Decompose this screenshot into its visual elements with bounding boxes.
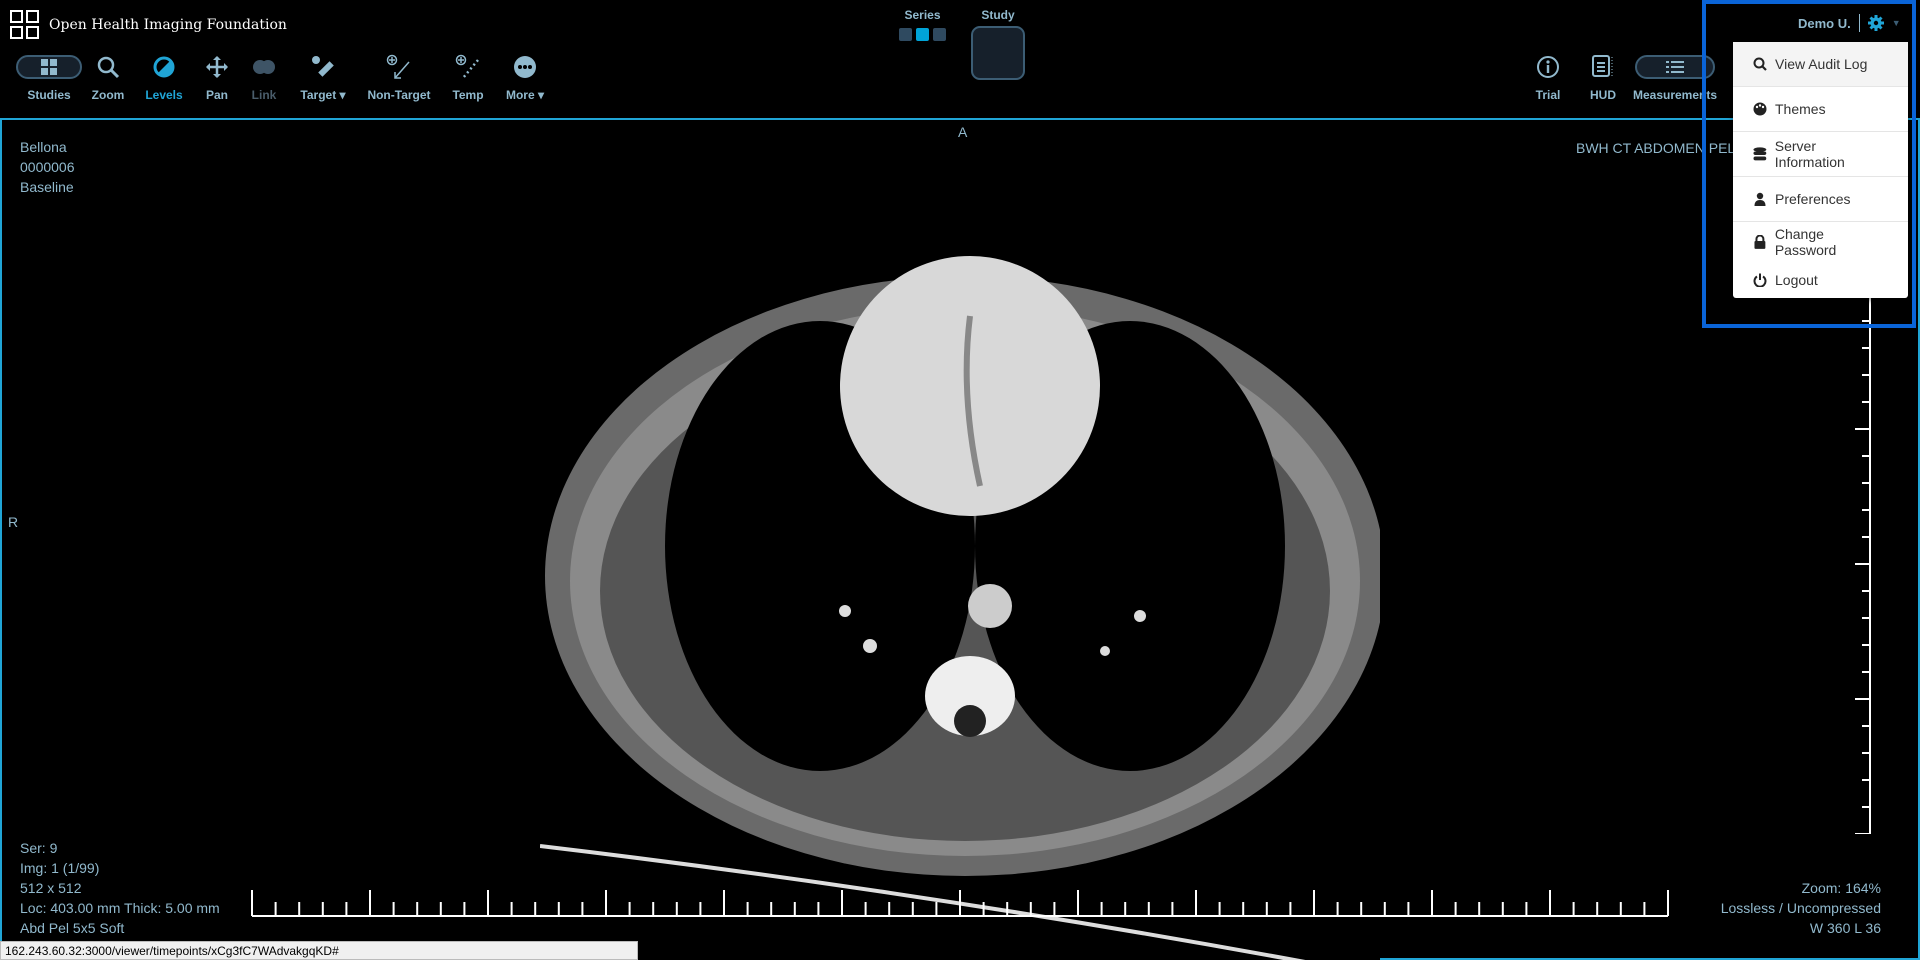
ohif-logo-icon: [10, 10, 39, 39]
orientation-marker-top: A: [958, 124, 968, 140]
location-thickness: Loc: 403.00 mm Thick: 5.00 mm: [20, 900, 220, 916]
series-number: Ser: 9: [20, 840, 58, 856]
zoom-level: Zoom: 164%: [1801, 880, 1881, 896]
patient-name: Bellona: [20, 139, 67, 155]
bottom-left-overlay: Ser: 9 Img: 1 (1/99) 512 x 512 Loc: 403.…: [20, 838, 220, 938]
timepoint: Baseline: [20, 179, 74, 195]
highlight-box: [1702, 0, 1916, 328]
series-layout-option[interactable]: [933, 28, 946, 41]
compression: Lossless / Uncompressed: [1720, 900, 1881, 916]
bottom-right-overlay: Zoom: 164% Lossless / Uncompressed W 360…: [1721, 878, 1881, 938]
study-label: Study: [981, 8, 1015, 22]
image-dimensions: 512 x 512: [20, 880, 82, 896]
series-layout-option-active[interactable]: [916, 28, 929, 41]
vertical-scale-ruler: [1855, 294, 1871, 834]
study-layout-box[interactable]: [971, 26, 1025, 80]
horizontal-scale-ruler: [251, 890, 1669, 917]
study-layout[interactable]: Study: [970, 8, 1026, 80]
image-number: Img: 1 (1/99): [20, 860, 100, 876]
series-label: Series: [904, 8, 941, 22]
series-layout[interactable]: Series: [895, 8, 950, 44]
window-level: W 360 L 36: [1809, 920, 1881, 936]
ct-image: [540, 196, 1380, 960]
top-left-overlay: Bellona 0000006 Baseline: [20, 137, 75, 197]
more-tools-button[interactable]: More ▾: [480, 52, 570, 102]
orientation-marker-left: R: [8, 514, 19, 530]
status-bar-url: 162.243.60.32:3000/viewer/timepoints/xCg…: [0, 941, 638, 960]
app-brand[interactable]: Open Health Imaging Foundation: [10, 10, 287, 39]
series-description: Abd Pel 5x5 Soft: [20, 920, 125, 936]
series-layout-option[interactable]: [899, 28, 912, 41]
ellipsis-circle-icon: [480, 52, 570, 82]
app-title: Open Health Imaging Foundation: [49, 16, 287, 33]
tool-label: More ▾: [505, 88, 545, 102]
patient-id: 0000006: [20, 159, 75, 175]
